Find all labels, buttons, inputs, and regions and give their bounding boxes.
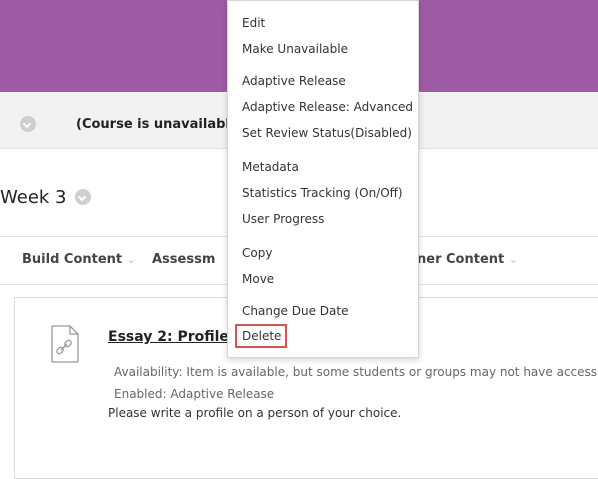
- menu-item-adaptive-release[interactable]: Adaptive Release: [242, 74, 346, 88]
- item-description: Please write a profile on a person of yo…: [108, 406, 402, 420]
- file-link-icon: [51, 325, 79, 363]
- course-unavailable-notice: (Course is unavailable t: [76, 117, 250, 132]
- partner-content-menu[interactable]: ner Content ⌄: [417, 252, 518, 267]
- availability-row: Availability: Item is available, but som…: [114, 365, 597, 379]
- page-title-text: Week 3: [0, 187, 67, 208]
- menu-item-change-due-date[interactable]: Change Due Date: [242, 304, 348, 318]
- build-content-menu[interactable]: Build Content ⌄: [22, 252, 136, 267]
- availability-label: Availability:: [114, 365, 183, 379]
- enabled-label: Enabled:: [114, 387, 167, 401]
- menu-item-metadata[interactable]: Metadata: [242, 160, 299, 174]
- menu-item-adaptive-release-advanced[interactable]: Adaptive Release: Advanced: [242, 100, 413, 114]
- chevron-down-icon: ⌄: [126, 253, 136, 266]
- menu-item-set-review-status[interactable]: Set Review Status(Disabled): [242, 126, 412, 140]
- enabled-value: Adaptive Release: [170, 387, 275, 401]
- menu-item-edit[interactable]: Edit: [242, 16, 265, 30]
- chevron-down-icon: ⌄: [508, 253, 518, 266]
- build-content-label: Build Content: [22, 252, 123, 267]
- chevron-down-icon[interactable]: [75, 189, 92, 205]
- menu-item-copy[interactable]: Copy: [242, 246, 272, 260]
- enabled-row: Enabled: Adaptive Release: [114, 387, 274, 401]
- menu-item-make-unavailable[interactable]: Make Unavailable: [242, 42, 348, 56]
- partner-content-label: ner Content: [417, 252, 505, 267]
- assessments-label: Assessm: [152, 252, 216, 267]
- menu-item-move[interactable]: Move: [242, 272, 274, 286]
- chevron-down-icon[interactable]: [20, 116, 36, 132]
- availability-value: Item is available, but some students or …: [186, 365, 598, 379]
- menu-item-user-progress[interactable]: User Progress: [242, 212, 324, 226]
- content-item-title-link[interactable]: Essay 2: Profile: [108, 329, 229, 345]
- page-title: Week 3: [0, 187, 92, 208]
- menu-item-statistics-tracking[interactable]: Statistics Tracking (On/Off): [242, 186, 403, 200]
- menu-item-delete[interactable]: Delete: [242, 329, 281, 343]
- assessments-menu[interactable]: Assessm: [152, 252, 215, 267]
